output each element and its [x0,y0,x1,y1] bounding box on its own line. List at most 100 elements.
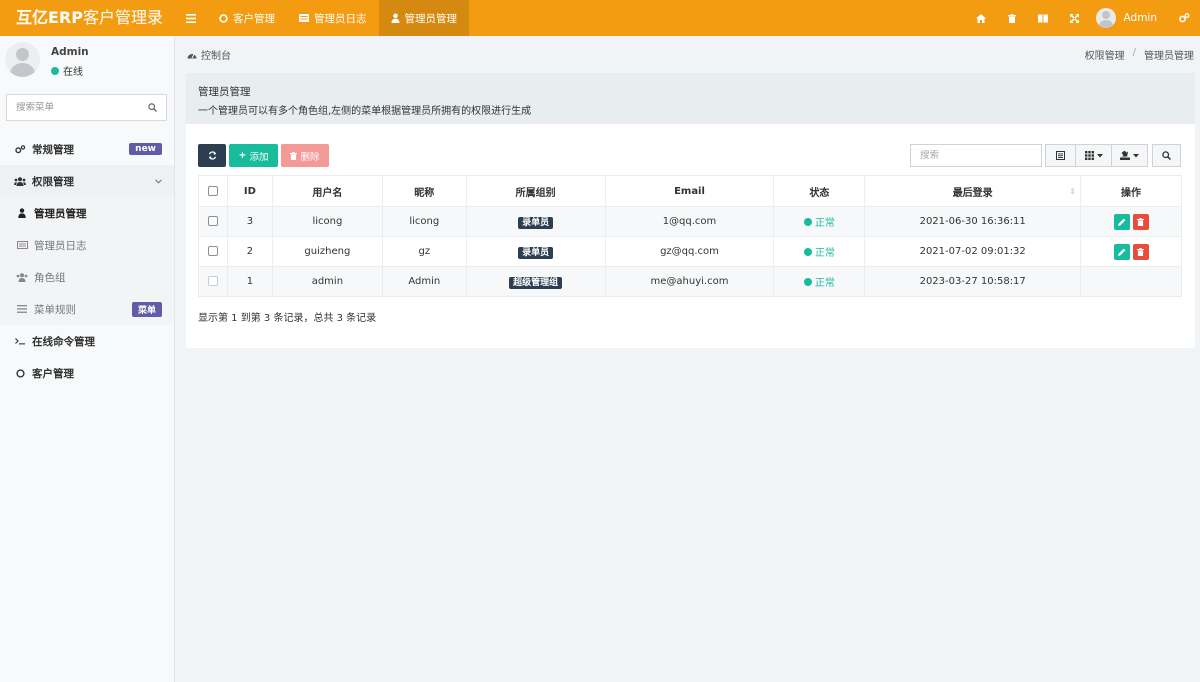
cell-group: 录单员 [465,206,606,237]
sidebar: Admin 在线 常规管理 new 权限管理 管理员管理 管理员日志 [0,36,175,682]
sidebar-item-general[interactable]: 常规管理 new [0,133,174,165]
delete-row-button[interactable] [1132,213,1149,230]
sidebar-item-role-group[interactable]: 角色组 [0,261,174,293]
tab-admin-management[interactable]: 管理员管理 [378,0,469,36]
user-icon [391,13,399,23]
cell-username: licong [271,206,383,237]
table-header-row: ID 用户名 昵称 所属组别 Email 状态 最后登录 ⇕ 操作 [198,175,1182,207]
chevron-down-icon [155,178,162,184]
fullscreen-button[interactable] [1059,0,1090,36]
admin-table: ID 用户名 昵称 所属组别 Email 状态 最后登录 ⇕ 操作 3 licon… [198,175,1182,297]
trash-icon [1137,217,1145,226]
cell-username: admin [271,266,383,297]
search-icon[interactable] [148,103,157,112]
status-dot-icon [803,217,812,226]
column-header-sortable[interactable]: 最后登录 ⇕ [864,175,1082,207]
clear-cache-button[interactable] [997,0,1028,36]
columns-dropdown-button[interactable] [1075,144,1112,167]
table-row[interactable]: 1 admin Admin 超级管理组 me@ahuyi.com 正常 2023… [198,266,1182,297]
page-title: 管理员管理 [198,86,251,98]
cell-group: 录单员 [465,236,606,267]
circle-icon [219,13,228,23]
cell-status: 正常 [773,236,866,267]
menu-icon [186,13,196,23]
column-header: 操作 [1080,175,1182,207]
language-button[interactable] [1028,0,1059,36]
cell-actions [1080,206,1182,237]
cogs-icon [14,144,26,154]
online-dot-icon [51,66,59,75]
group-icon [16,272,28,282]
list-icon [299,14,309,22]
sidebar-item-online-command[interactable]: 在线命令管理 [0,325,174,357]
table-search[interactable] [910,144,1042,167]
cell-status: 正常 [773,266,866,297]
pagination-summary: 显示第 1 到第 3 条记录，总共 3 条记录 [198,313,377,324]
user-menu[interactable]: Admin [1090,8,1169,28]
edit-button[interactable] [1113,213,1130,230]
circle-icon [14,368,26,378]
edit-button[interactable] [1113,243,1130,260]
sidebar-toggle-button[interactable] [175,0,207,36]
new-badge: new [129,143,162,155]
sidebar-menu: 常规管理 new 权限管理 管理员管理 管理员日志 角色组 菜单规则 菜单 在线… [0,133,174,389]
cell-id: 1 [226,266,273,297]
table-toolbar: + 添加 删除 [198,144,329,167]
list-alt-icon [1056,151,1065,160]
cell-email: 1@qq.com [604,206,775,237]
settings-button[interactable] [1169,0,1200,36]
cell-email: gz@qq.com [604,236,775,267]
delete-button[interactable]: 删除 [281,144,329,167]
pencil-icon [1117,218,1125,226]
toggle-view-button[interactable] [1045,144,1076,167]
row-select-cell [198,266,228,297]
user-icon [16,208,28,218]
select-all-checkbox[interactable] [207,185,218,196]
top-right-actions: Admin [966,0,1200,36]
export-dropdown-button[interactable] [1111,144,1148,167]
table-row[interactable]: 3 licong licong 录单员 1@qq.com 正常 2021-06-… [198,206,1182,237]
users-icon [14,176,26,186]
cell-id: 3 [226,206,273,237]
user-status: 在线 [51,63,83,78]
breadcrumb-home[interactable]: 控制台 [201,47,231,62]
column-header[interactable]: 状态 [773,175,866,207]
page-description: 一个管理员可以有多个角色组,左侧的菜单根据管理员所拥有的权限进行生成 [198,106,532,117]
trash-icon [1008,13,1017,23]
caret-down-icon [1096,153,1103,157]
panel-header: 管理员管理 一个管理员可以有多个角色组,左侧的菜单根据管理员所拥有的权限进行生成 [186,73,1195,124]
sidebar-search[interactable] [6,94,167,121]
sidebar-search-input[interactable] [16,102,148,113]
refresh-button[interactable] [198,144,226,167]
row-checkbox[interactable] [207,216,218,226]
delete-row-button[interactable] [1132,243,1149,260]
column-header[interactable]: Email [604,175,775,207]
table-search-input[interactable] [920,150,1032,161]
tab-admin-log[interactable]: 管理员日志 [287,0,379,36]
search-toggle-button[interactable] [1152,144,1181,167]
column-header[interactable]: 所属组别 [465,175,606,207]
column-header[interactable]: 昵称 [381,175,467,207]
sidebar-item-admin-management[interactable]: 管理员管理 [0,197,174,229]
sidebar-item-permissions[interactable]: 权限管理 [0,165,174,197]
group-tag: 录单员 [518,217,554,229]
breadcrumb-path: 权限管理 / 管理员管理 [1085,47,1194,62]
add-button[interactable]: + 添加 [229,144,278,167]
avatar [1095,8,1116,28]
group-tag: 超级管理组 [509,277,563,289]
row-checkbox[interactable] [207,246,218,256]
cell-actions [1080,266,1182,297]
table-row[interactable]: 2 guizheng gz 录单员 gz@qq.com 正常 2021-07-0… [198,236,1182,267]
book-icon [1038,14,1049,22]
app-logo[interactable]: 互亿ERP客户管理录 [0,0,175,36]
column-header[interactable]: 用户名 [271,175,383,207]
column-header[interactable]: ID [226,175,273,207]
sidebar-item-customer-management[interactable]: 客户管理 [0,357,174,389]
home-button[interactable] [966,0,997,36]
select-all-cell [198,175,228,207]
sidebar-item-admin-log[interactable]: 管理员日志 [0,229,174,261]
tab-customer-management[interactable]: 客户管理 [207,0,287,36]
refresh-icon [208,151,216,160]
sidebar-item-menu-rules[interactable]: 菜单规则 菜单 [0,293,174,325]
breadcrumb-item[interactable]: 权限管理 [1085,47,1125,62]
